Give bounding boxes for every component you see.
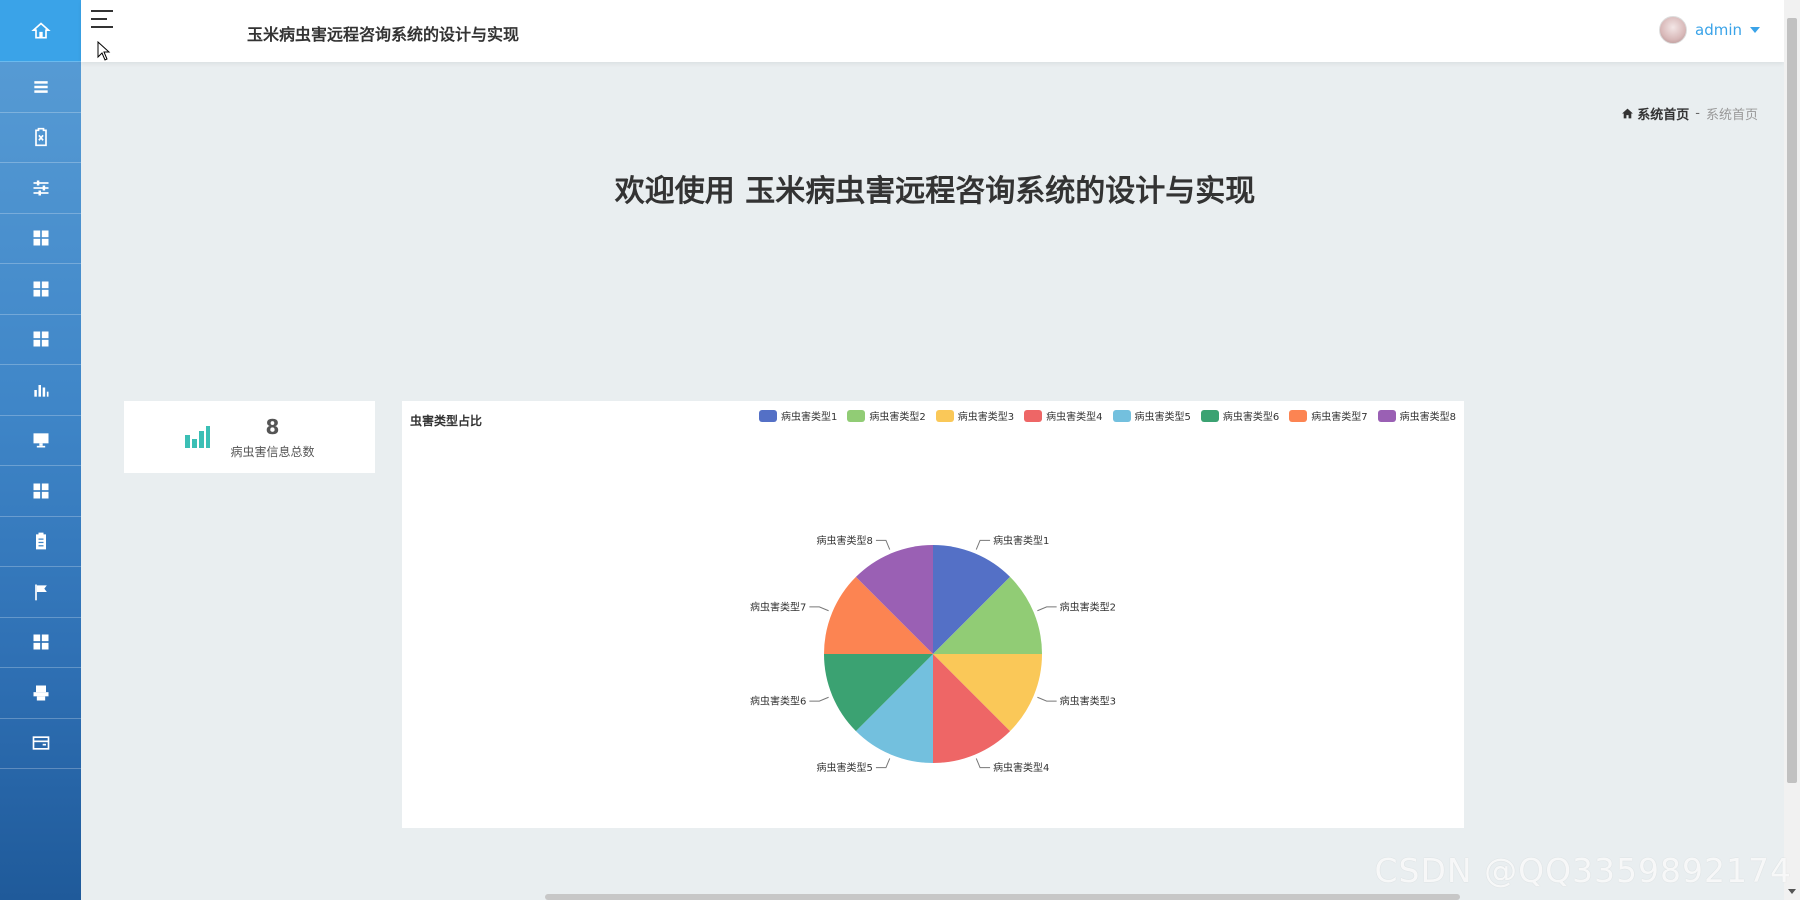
legend-label: 病虫害类型6	[1222, 412, 1280, 423]
legend-swatch	[1200, 409, 1219, 422]
legend-swatch	[847, 409, 866, 422]
list-icon	[33, 80, 48, 93]
pie-slice-label: 病虫害类型6	[750, 695, 806, 708]
sidebar-item-grid-4[interactable]	[0, 466, 81, 517]
avatar	[1659, 16, 1687, 44]
pie-slice-label: 病虫害类型2	[1060, 600, 1116, 613]
sidebar-item-printer[interactable]	[0, 668, 81, 719]
chart-title: 虫害类型占比	[410, 414, 483, 428]
legend-label: 病虫害类型1	[781, 412, 838, 423]
legend-swatch	[1112, 409, 1131, 422]
pie-slice-label: 病虫害类型4	[993, 761, 1049, 774]
grid-icon	[33, 281, 48, 297]
user-menu[interactable]: admin	[1659, 16, 1760, 44]
grid-icon	[33, 230, 48, 246]
legend-label: 病虫害类型4	[1046, 412, 1103, 423]
pie-slice-label: 病虫害类型1	[993, 534, 1049, 547]
pie-label-line	[1037, 606, 1057, 612]
user-name: admin	[1695, 21, 1742, 39]
sidebar-item-wallet[interactable]	[0, 719, 81, 769]
sidebar-item-home[interactable]	[0, 0, 81, 62]
pie-chart: 病虫害类型1 病虫害类型2 病虫害类型3 病虫害类型4 病虫害类型5 病虫害类型6 病虫害类…	[750, 534, 1116, 774]
vertical-scrollbar[interactable]	[1784, 0, 1800, 900]
legend-label: 病虫害类型5	[1134, 412, 1191, 423]
sidebar-item-monitor[interactable]	[0, 416, 81, 466]
legend-swatch	[1377, 409, 1396, 422]
sidebar-item-clipboard[interactable]	[0, 517, 81, 567]
pie-slice-label: 病虫害类型5	[817, 761, 873, 774]
chart-legend: 病虫害类型1 病虫害类型2 病虫害类型3 病虫害类型4 病虫害类型5 病虫害类型6 病虫害类…	[759, 408, 1456, 423]
mouse-cursor-icon	[97, 41, 111, 61]
bar-chart-icon	[185, 426, 211, 448]
menu-toggle-icon[interactable]	[91, 10, 113, 32]
legend-item[interactable]: 病虫害类型1	[759, 408, 837, 423]
grid-icon	[33, 331, 48, 347]
legend-item[interactable]: 病虫害类型2	[847, 408, 926, 423]
breadcrumb-separator: -	[1695, 106, 1700, 121]
grid-icon	[33, 483, 48, 499]
legend-item[interactable]: 病虫害类型8	[1377, 408, 1456, 423]
pie-label-line	[809, 606, 829, 612]
clipboard-icon	[35, 532, 46, 550]
flag-icon	[34, 584, 47, 601]
monitor-icon	[33, 433, 48, 448]
legend-label: 病虫害类型8	[1399, 412, 1456, 423]
legend-item[interactable]: 病虫害类型3	[935, 408, 1015, 423]
pie-slice-label: 病虫害类型8	[817, 534, 873, 547]
sidebar-item-flag[interactable]	[0, 567, 81, 618]
sidebar-item-grid-1[interactable]	[0, 214, 81, 264]
watermark: CSDN @QQ3359892174	[1374, 851, 1792, 890]
grid-icon	[33, 634, 48, 650]
bar-chart-icon	[33, 384, 48, 397]
legend-item[interactable]: 病虫害类型6	[1200, 408, 1280, 423]
sidebar-item-grid-5[interactable]	[0, 618, 81, 668]
top-bar: 玉米病虫害远程咨询系统的设计与实现 admin	[81, 0, 1784, 62]
pie-slice-label: 病虫害类型3	[1060, 695, 1116, 708]
pie-label-line	[975, 539, 991, 550]
breadcrumb-current: 系统首页	[1705, 108, 1758, 123]
sidebar-item-bar-chart[interactable]	[0, 365, 81, 416]
breadcrumb: 系统首页 - 系统首页	[1621, 104, 1758, 123]
legend-swatch	[1289, 409, 1308, 422]
stat-value: 8	[265, 414, 280, 439]
legend-swatch	[1024, 409, 1043, 422]
horizontal-scrollbar[interactable]	[545, 894, 1460, 900]
welcome-heading: 欢迎使用 玉米病虫害远程咨询系统的设计与实现	[614, 174, 1256, 209]
breadcrumb-home-label: 系统首页	[1637, 108, 1690, 123]
legend-item[interactable]: 病虫害类型7	[1289, 408, 1368, 423]
pie-chart-card: 病虫害类型1 病虫害类型2 病虫害类型3 病虫害类型4 病虫害类型5 病虫害类型6 病虫害类…	[402, 401, 1464, 828]
legend-label: 病虫害类型2	[869, 412, 926, 423]
chevron-down-icon	[1750, 27, 1760, 33]
wallet-icon	[32, 736, 49, 750]
app-title: 玉米病虫害远程咨询系统的设计与实现	[247, 25, 520, 44]
legend-label: 病虫害类型3	[957, 412, 1015, 423]
pie-label-line	[975, 758, 991, 769]
legend-label: 病虫害类型7	[1311, 412, 1368, 423]
stat-label: 病虫害信息总数	[230, 444, 315, 459]
sidebar-item-grid-2[interactable]	[0, 264, 81, 315]
scrollbar-thumb[interactable]	[1787, 18, 1797, 783]
pie-label-line	[1037, 696, 1057, 702]
pie-label-line	[809, 696, 829, 702]
printer-icon	[33, 685, 48, 701]
sidebar-item-grid-3[interactable]	[0, 315, 81, 365]
legend-swatch	[935, 409, 954, 422]
stat-card: 8 病虫害信息总数	[124, 401, 375, 473]
legend-swatch	[759, 409, 777, 422]
sidebar-item-list[interactable]	[0, 62, 81, 113]
pie-label-line	[875, 758, 891, 769]
clipboard-x-icon	[34, 128, 47, 147]
sidebar-item-clipboard-x[interactable]	[0, 113, 81, 163]
breadcrumb-home[interactable]: 系统首页	[1621, 104, 1689, 123]
legend-item[interactable]: 病虫害类型4	[1024, 408, 1103, 423]
sidebar	[0, 0, 81, 900]
home-icon	[1622, 108, 1634, 119]
legend-item[interactable]: 病虫害类型5	[1112, 408, 1191, 423]
home-icon	[30, 21, 51, 38]
pie-label-line	[875, 539, 891, 550]
pie-slice-label: 病虫害类型7	[750, 600, 806, 613]
